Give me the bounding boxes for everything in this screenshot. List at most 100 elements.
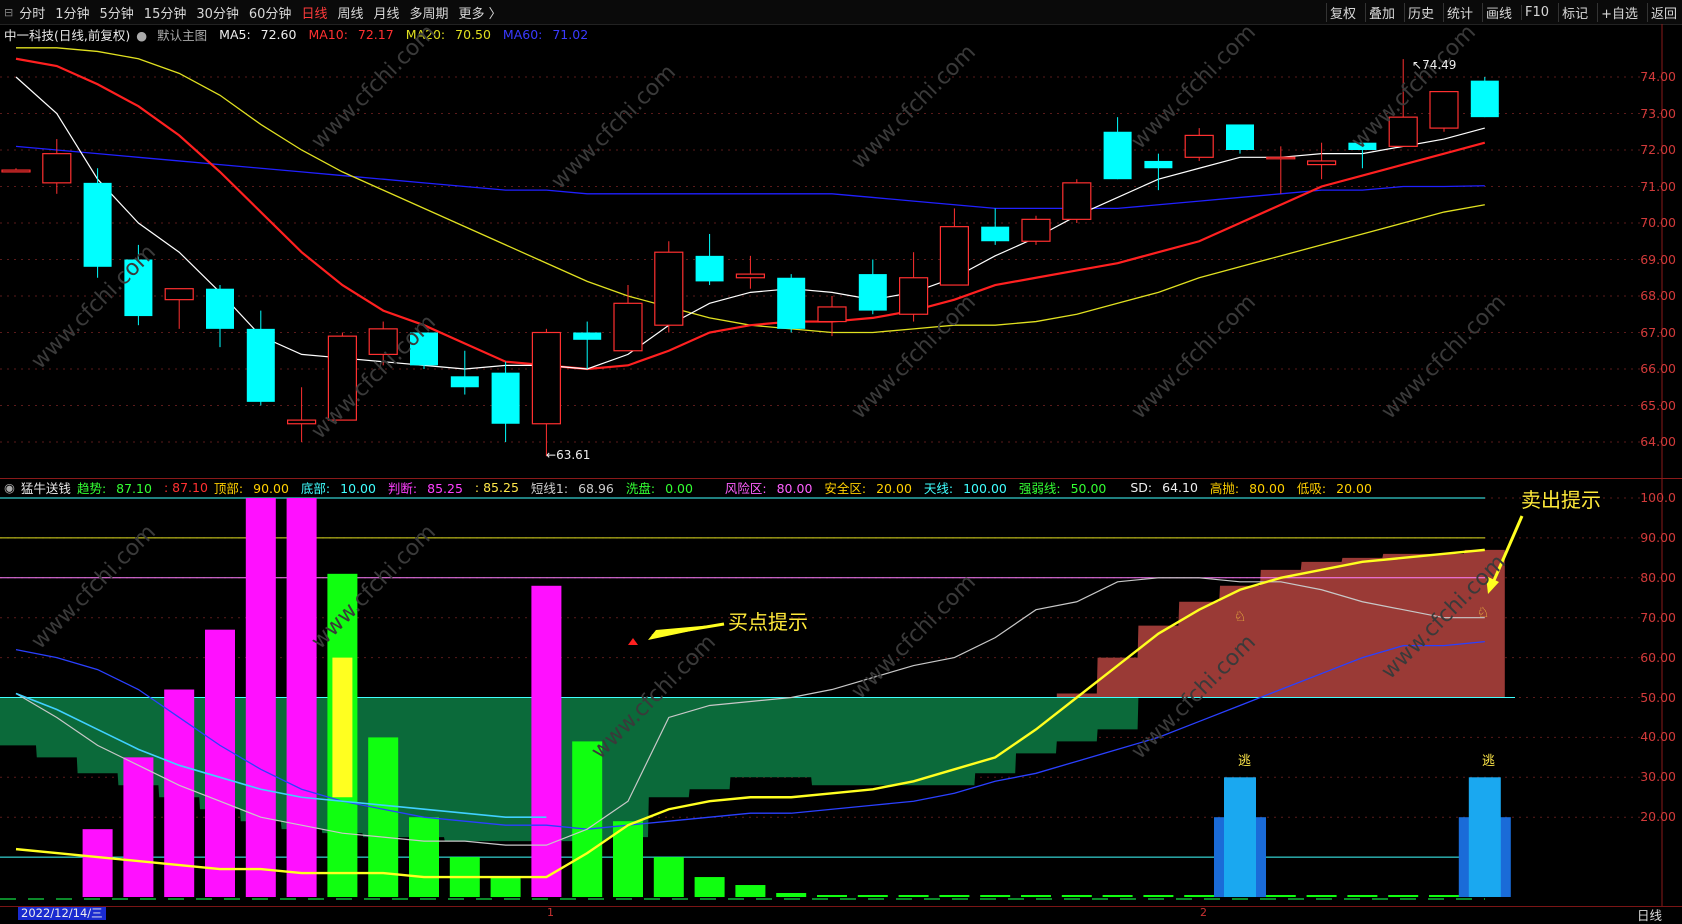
volume-bar-green — [1143, 895, 1174, 897]
watermark-text: www.cfchi.com — [307, 520, 441, 654]
volume-bar-green — [694, 877, 725, 897]
time-axis[interactable] — [0, 906, 1682, 922]
candle-body-down — [83, 182, 112, 267]
indicator-tick-label: 90.00 — [1640, 529, 1676, 545]
volume-bar-magenta — [531, 585, 562, 897]
candle-body-down — [450, 376, 479, 388]
volume-bar-green — [409, 817, 439, 897]
indicator-tick-label: 60.00 — [1640, 649, 1676, 665]
volume-bar-green — [817, 895, 847, 897]
indicator-tick-label: 70.00 — [1640, 609, 1676, 625]
price-tick-label: 72.00 — [1640, 142, 1676, 157]
escape-label-1: 逃 — [1238, 754, 1252, 769]
price-tick-label: 67.00 — [1640, 324, 1676, 340]
runner-icon: ♘ — [1477, 605, 1490, 621]
candle-body-down — [206, 288, 234, 329]
volume-bar-green — [490, 877, 521, 897]
candle-body-up — [898, 277, 929, 315]
price-tick-label: 74.00 — [1640, 69, 1676, 84]
volume-bar-magenta — [82, 829, 113, 897]
low-price-mark: ←63.61 — [546, 448, 591, 462]
candle-body-down — [858, 274, 887, 311]
date-cursor-tag: 2022/12/14/三 — [18, 907, 106, 920]
candle-body-up — [654, 251, 684, 326]
volume-bar-green — [1265, 895, 1296, 897]
buy-hint-label: 买点提示 — [728, 610, 808, 634]
signal-box-yellow — [332, 657, 353, 798]
month-tick-2: 2 — [1200, 906, 1207, 919]
volume-bar-green — [653, 857, 684, 897]
candle-body-down — [491, 372, 520, 424]
volume-bar-magenta — [245, 498, 276, 897]
watermark-text: www.cfchi.com — [847, 570, 981, 704]
candle-body-up — [817, 306, 847, 323]
watermark-text: www.cfchi.com — [1377, 290, 1511, 424]
volume-bar-green — [572, 741, 603, 897]
indicator-tick-label: 50.00 — [1640, 689, 1676, 705]
candle-body-up — [1021, 218, 1051, 242]
volume-bar-green — [1388, 895, 1419, 897]
candlestick-chart[interactable]: ♘ ♘ www.cfchi.com www.cfchi.com www.cfchi.co… — [0, 0, 1662, 921]
escape-bar-top — [1224, 777, 1256, 897]
candle-body-up — [1429, 90, 1459, 129]
ma60-line — [15, 145, 1485, 210]
period-label: 日线 — [1636, 908, 1662, 923]
watermark-text: www.cfchi.com — [27, 520, 161, 654]
volume-bar-green — [980, 895, 1011, 897]
price-tick-label: 70.00 — [1640, 215, 1676, 230]
volume-bar-green — [857, 895, 888, 897]
candle-body-up — [1266, 156, 1296, 160]
candle-body-down — [1103, 131, 1132, 180]
volume-bar-magenta — [123, 757, 154, 897]
watermark-text: www.cfchi.com — [307, 20, 441, 154]
high-price-value: 74.49 — [1422, 58, 1457, 72]
candle-body-down — [695, 255, 724, 282]
volume-bar-green — [1306, 895, 1337, 897]
sell-hint-label: 卖出提示 — [1521, 488, 1601, 512]
low-price-value: 63.61 — [556, 448, 591, 462]
candle-body-down — [573, 332, 602, 340]
volume-bar-magenta — [205, 629, 235, 897]
price-tick-label: 65.00 — [1640, 397, 1676, 413]
volume-bar-green — [939, 895, 970, 897]
watermark-text: www.cfchi.com — [847, 40, 981, 174]
volume-bar-green — [1429, 895, 1459, 897]
candle-body-up — [164, 288, 194, 301]
indicator-tick-label: 20.00 — [1640, 809, 1676, 825]
indicator-tick-label: 40.00 — [1640, 729, 1676, 745]
volume-bar-green — [1021, 895, 1051, 897]
candle-body-up — [1062, 182, 1092, 220]
candle-body-up — [531, 331, 562, 425]
buy-signal-icon — [628, 638, 638, 645]
volume-bar-green — [735, 885, 766, 897]
volume-bar-green — [776, 893, 807, 897]
price-tick-label: 71.00 — [1640, 178, 1676, 194]
indicator-tick-label: 30.00 — [1640, 769, 1676, 785]
candle-body-down — [777, 277, 806, 329]
ma10-line — [15, 57, 1486, 371]
indicator-tick-label: 80.00 — [1640, 569, 1676, 585]
volume-bar-green — [1184, 895, 1215, 897]
candle-body-down — [981, 226, 1010, 242]
volume-bar-green — [1061, 895, 1092, 897]
price-tick-label: 68.00 — [1640, 288, 1676, 303]
ma20-line — [16, 47, 1485, 334]
month-tick-1: 1 — [547, 906, 554, 919]
escape-bar-top — [1468, 777, 1501, 897]
price-tick-label: 64.00 — [1640, 434, 1676, 449]
volume-bar-magenta — [286, 498, 317, 897]
candle-body-up — [613, 302, 643, 352]
candle-body-up — [939, 226, 970, 286]
price-tick-label: 73.00 — [1640, 105, 1676, 121]
candle-body-up — [735, 273, 766, 279]
runner-icon: ♘ — [1234, 609, 1247, 625]
volume-bar-green — [898, 895, 929, 897]
candle-body-down — [1470, 80, 1499, 118]
volume-bar-green — [1347, 895, 1378, 897]
escape-label-2: 逃 — [1482, 754, 1496, 769]
price-tick-label: 66.00 — [1640, 361, 1676, 376]
watermark-text: www.cfchi.com — [547, 60, 681, 194]
candle-body-up — [1184, 134, 1214, 158]
indicator-tick-label: 100.0 — [1640, 490, 1676, 505]
high-price-mark: ↖74.49 — [1412, 58, 1457, 72]
